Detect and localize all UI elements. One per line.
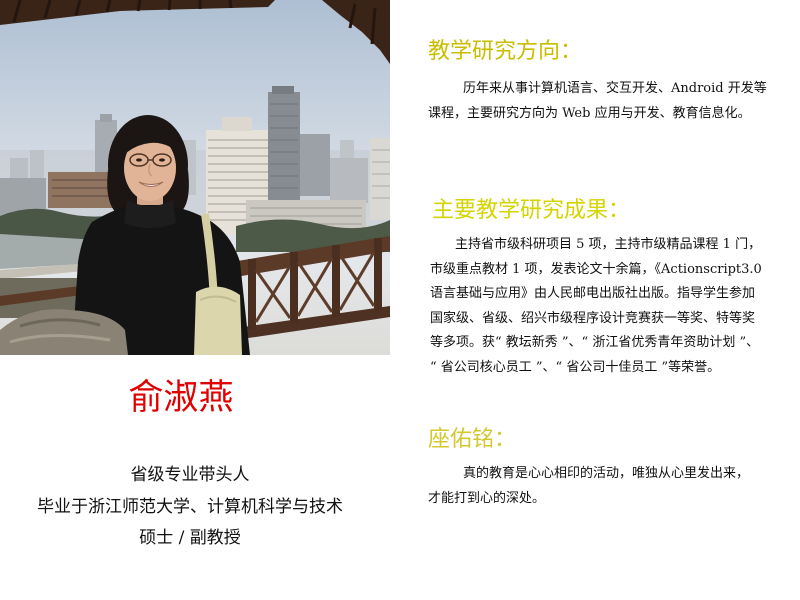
text-line: 等多项。获“ 教坛新秀 ”、“ 浙江省优秀青年资助计划 ”、 [430, 335, 760, 351]
text-line: 市级重点教材 1 项，发表论文十余篇，《Actionscript3.0 [430, 261, 762, 277]
education-info: 毕业于浙江师范大学、计算机科学与技术 [37, 497, 343, 517]
achievements-heading: 主要教学研究成果： [432, 198, 631, 223]
text-line: 历年来从事计算机语言、交互开发、Android 开发等 [463, 81, 767, 96]
research-direction-text: 历年来从事计算机语言、交互开发、Android 开发等 课程，主要研究方向为 W… [428, 76, 790, 126]
text-line: 课程，主要研究方向为 Web 应用与开发、教育信息化。 [428, 106, 751, 121]
text-line: 国家级、省级、绍兴市级程序设计竞赛获一等奖、特等奖 [430, 310, 756, 326]
research-direction-heading: 教学研究方向： [428, 39, 583, 64]
profile-photo [0, 0, 390, 355]
text-line: “ 省公司核心员工 ”、“ 省公司十佳员工 ”等荣誉。 [430, 359, 721, 375]
motto-text: 真的教育是心心相印的活动，唯独从心里发出来， 才能打到心的深处。 [428, 461, 790, 511]
text-line: 真的教育是心心相印的活动，唯独从心里发出来， [463, 466, 750, 481]
text-line: 主持省市级科研项目 5 项，主持市级精品课程 1 门， [455, 237, 762, 252]
professional-title: 省级专业带头人 [130, 465, 250, 485]
motto-heading: 座佑铭： [428, 427, 517, 452]
achievements-text: 主持省市级科研项目 5 项，主持市级精品课程 1 门， 市级重点教材 1 项，发… [430, 233, 792, 381]
degree-info: 硕士 / 副教授 [139, 528, 241, 548]
text-line: 才能打到心的深处。 [428, 491, 546, 506]
text-line: 语言基础与应用》由人民邮电出版社出版。指导学生参加 [430, 286, 756, 302]
person-name: 俞淑燕 [128, 378, 234, 418]
